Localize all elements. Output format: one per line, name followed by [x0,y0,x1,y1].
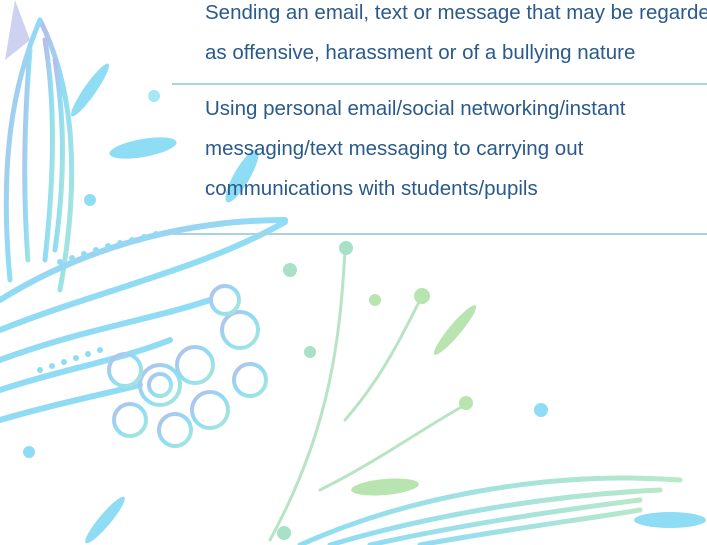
item-row-offensive-message: Sending an email, text or message that m… [172,0,707,85]
row-line: as offensive, harassment or of a bullyin… [205,41,636,64]
row-line: communications with students/pupils [205,177,538,200]
item-row-personal-communication: Using personal email/social networking/i… [172,89,707,235]
row-line: Sending an email, text or message that m… [205,1,707,24]
feather-leaf-icon [3,17,75,293]
stem-branches-icon [268,248,467,542]
row-line: Using personal email/social networking/i… [205,97,626,120]
row-line: messaging/text messaging to carrying out [205,137,584,160]
swirl-flower-icon [107,284,268,448]
